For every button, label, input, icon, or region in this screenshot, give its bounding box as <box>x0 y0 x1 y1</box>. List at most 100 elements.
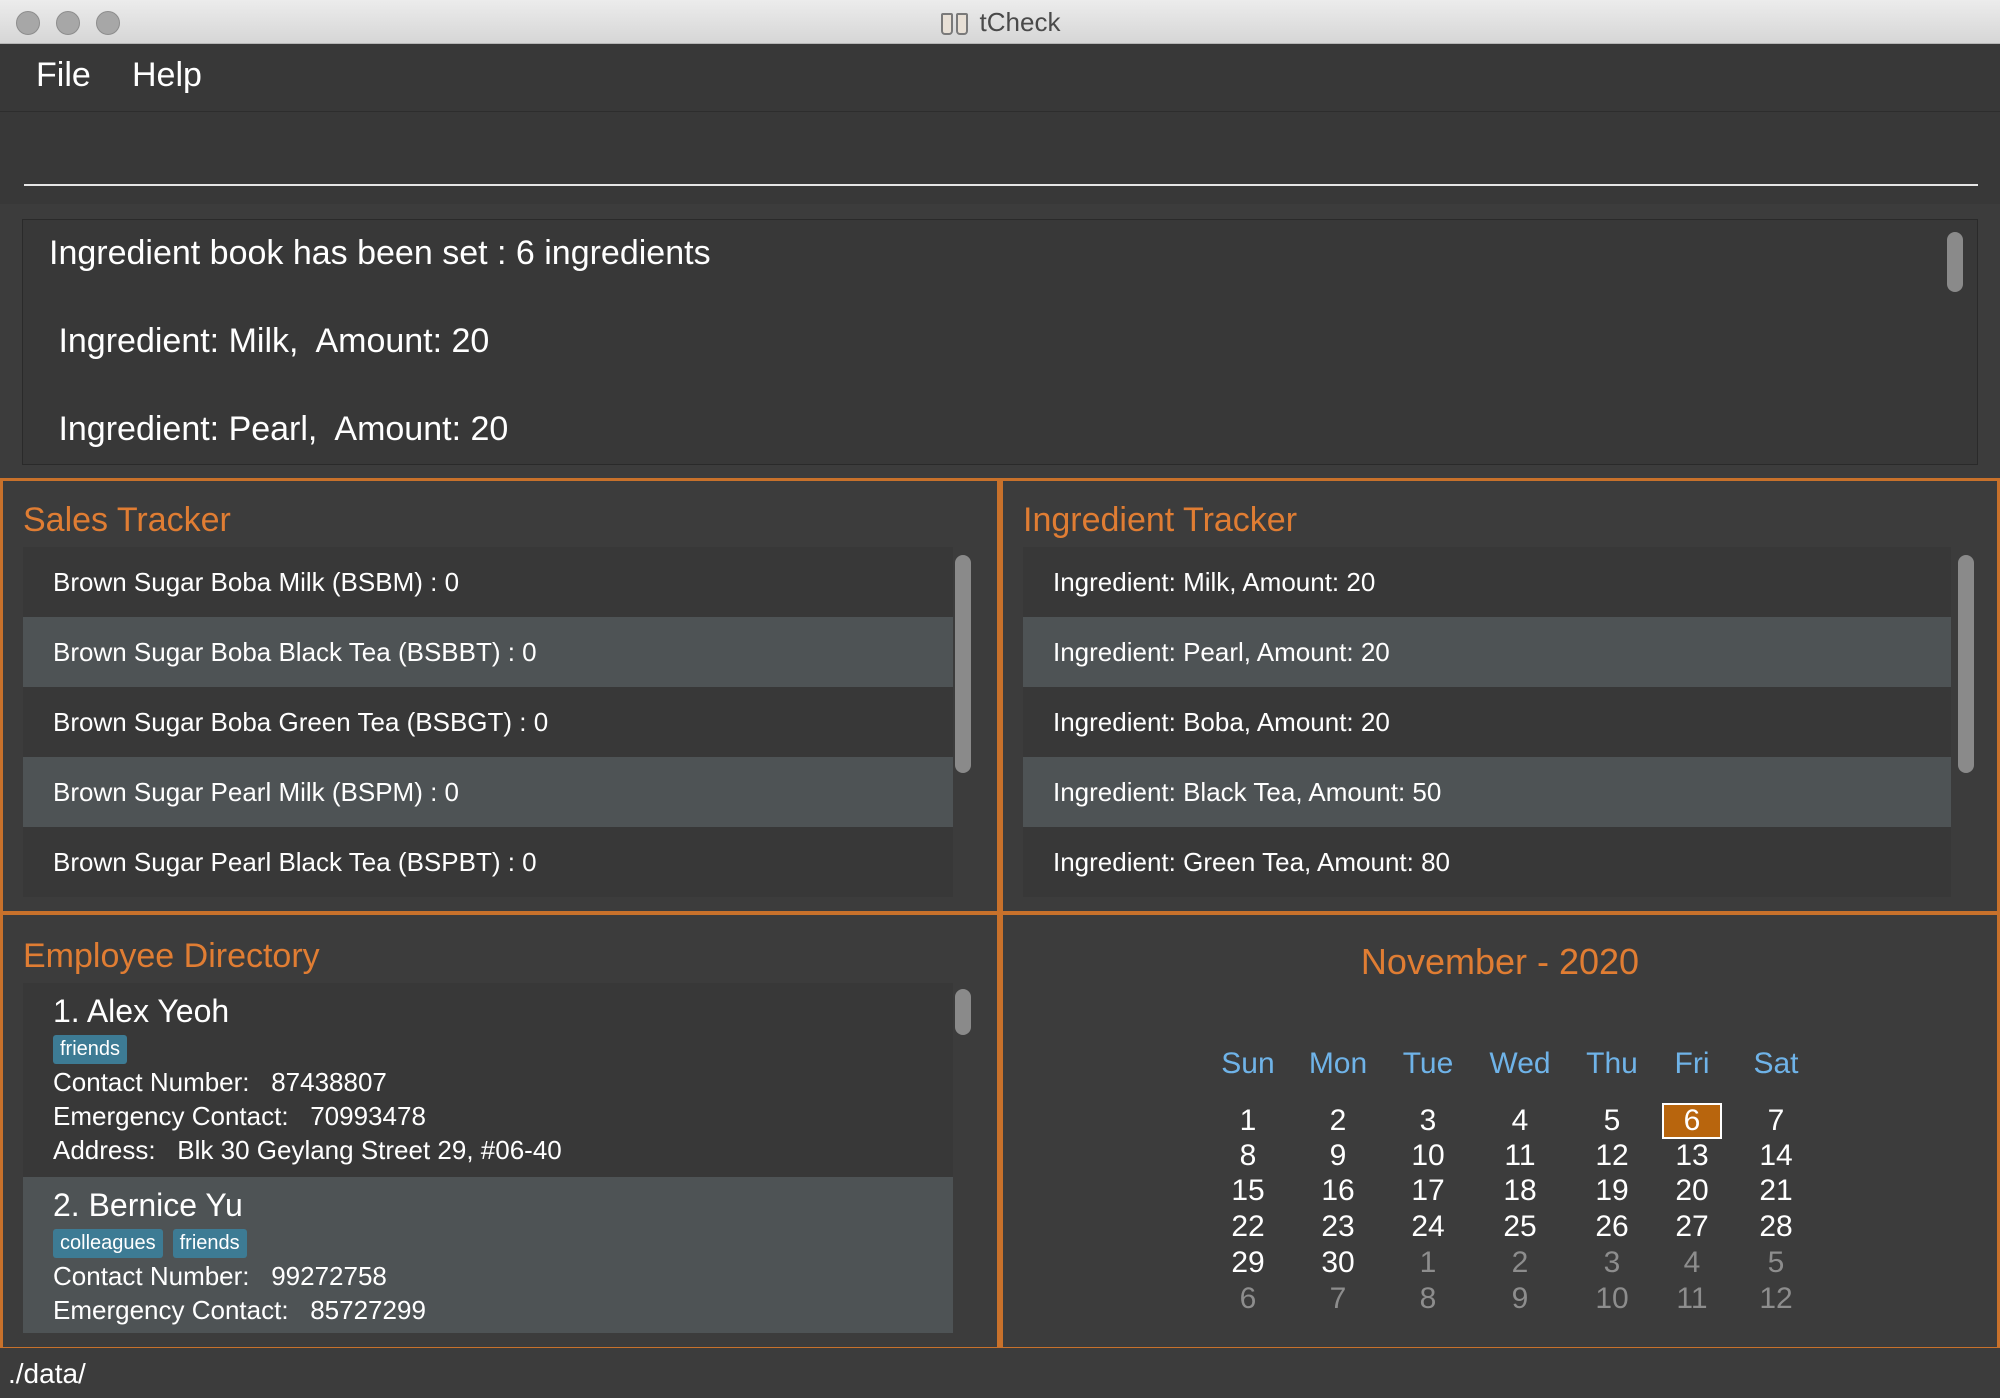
calendar-day: 5 <box>1767 1246 1785 1279</box>
employee-directory-title: Employee Directory <box>23 937 320 975</box>
calendar-day: 23 <box>1321 1210 1355 1243</box>
calendar-day: 8 <box>1419 1282 1437 1315</box>
calendar-day: 13 <box>1675 1139 1709 1172</box>
calendar-day: 17 <box>1411 1174 1445 1207</box>
calendar-panel: November - 2020 Sun Mon Tue Wed Thu Fri Sat 1 2 3… <box>1000 912 2000 1350</box>
list-item[interactable]: Ingredient: Boba, Amount: 20 <box>1023 687 1951 757</box>
calendar-day: 9 <box>1329 1139 1347 1172</box>
calendar-day: 1 <box>1239 1104 1257 1137</box>
calendar-day: 12 <box>1759 1282 1793 1315</box>
sales-tracker-panel: Sales Tracker Brown Sugar Boba Milk (BSB… <box>0 478 1000 914</box>
window-title: tCheck <box>979 6 1061 37</box>
sales-tracker-title: Sales Tracker <box>23 501 231 539</box>
employee-tag: friends <box>172 1229 247 1258</box>
calendar-day: 24 <box>1411 1210 1445 1243</box>
calendar-day: 9 <box>1511 1282 1529 1315</box>
calendar-today: 6 <box>1662 1103 1722 1139</box>
calendar-day: 30 <box>1321 1246 1355 1279</box>
weekday-header: Sat <box>1753 1047 1799 1080</box>
calendar-day: 21 <box>1759 1174 1793 1207</box>
calendar-day: 2 <box>1329 1104 1347 1137</box>
calendar-day: 16 <box>1321 1174 1355 1207</box>
sales-list: Brown Sugar Boba Milk (BSBM) : 0 Brown S… <box>23 547 953 902</box>
calendar-day: 5 <box>1603 1104 1621 1137</box>
calendar-day: 18 <box>1503 1174 1537 1207</box>
calendar-day: 25 <box>1503 1210 1537 1243</box>
calendar-day: 2 <box>1511 1246 1529 1279</box>
result-scrollbar[interactable] <box>1947 232 1963 292</box>
result-line: Ingredient book has been set : 6 ingredi… <box>49 234 711 272</box>
ingredient-scrollbar[interactable] <box>1958 555 1974 773</box>
list-item[interactable]: Ingredient: Green Tea, Amount: 80 <box>1023 827 1951 897</box>
calendar-day: 20 <box>1675 1174 1709 1207</box>
employee-card[interactable]: 2. Bernice Yu colleagues friends Contact … <box>23 1177 953 1333</box>
calendar-day: 4 <box>1683 1246 1701 1279</box>
calendar-day: 4 <box>1511 1104 1529 1137</box>
employee-emergency-contact: Emergency Contact: 85727299 <box>53 1295 426 1325</box>
employee-tag: friends <box>53 1035 128 1064</box>
result-display: Ingredient book has been set : 6 ingredi… <box>22 219 1978 465</box>
weekday-header: Wed <box>1489 1047 1551 1080</box>
employee-name: 2. Bernice Yu <box>53 1187 243 1223</box>
ingredient-tracker-title: Ingredient Tracker <box>1023 501 1298 539</box>
calendar-day: 14 <box>1759 1139 1793 1172</box>
calendar-day: 3 <box>1603 1246 1621 1279</box>
data-path-status: ./data/ <box>8 1358 86 1389</box>
employee-card[interactable]: 1. Alex Yeoh friends Contact Number: 874… <box>23 983 953 1177</box>
calendar-day: 15 <box>1231 1174 1265 1207</box>
list-item[interactable]: Brown Sugar Pearl Milk (BSPM) : 0 <box>23 757 953 827</box>
calendar-day: 6 <box>1239 1282 1257 1315</box>
weekday-header: Fri <box>1674 1047 1710 1080</box>
list-item[interactable]: Brown Sugar Pearl Black Tea (BSPBT) : 0 <box>23 827 953 897</box>
calendar-day: 26 <box>1595 1210 1629 1243</box>
result-line: Ingredient: Pearl, Amount: 20 <box>49 410 509 448</box>
list-item[interactable]: Ingredient: Milk, Amount: 20 <box>1023 547 1951 617</box>
employee-list: 1. Alex Yeoh friends Contact Number: 874… <box>23 983 953 1333</box>
calendar-day: 22 <box>1231 1210 1265 1243</box>
menu-bar: File Help <box>0 44 2000 112</box>
calendar-day: 7 <box>1767 1104 1785 1137</box>
calendar-day: 29 <box>1231 1246 1265 1279</box>
calendar-day: 28 <box>1759 1210 1793 1243</box>
employee-address: Address: Blk 30 Geylang Street 29, #06-4… <box>53 1135 562 1165</box>
calendar-day: 10 <box>1411 1139 1445 1172</box>
command-input[interactable] <box>24 130 1978 186</box>
weekday-header: Thu <box>1586 1047 1638 1080</box>
calendar-day: 3 <box>1419 1104 1437 1137</box>
employee-directory-panel: Employee Directory 1. Alex Yeoh friends … <box>0 912 1000 1350</box>
ingredient-list: Ingredient: Milk, Amount: 20 Ingredient:… <box>1023 547 1951 902</box>
calendar-day: 27 <box>1675 1210 1709 1243</box>
calendar-day: 19 <box>1595 1174 1629 1207</box>
employee-contact-number: Contact Number: 87438807 <box>53 1067 387 1097</box>
menu-help[interactable]: Help <box>132 56 202 95</box>
status-bar: ./data/ <box>0 1348 2000 1398</box>
weekday-header: Tue <box>1402 1047 1454 1080</box>
list-item[interactable]: Brown Sugar Boba Green Tea (BSBGT) : 0 <box>23 687 953 757</box>
command-box <box>0 112 2000 204</box>
weekday-header: Mon <box>1308 1047 1368 1080</box>
calendar-day: 7 <box>1329 1282 1347 1315</box>
app-icon <box>940 7 970 37</box>
employee-tag: colleagues <box>53 1229 163 1258</box>
calendar-day: 8 <box>1239 1139 1257 1172</box>
title-bar: tCheck <box>0 0 2000 44</box>
calendar-day: 11 <box>1676 1282 1708 1315</box>
list-item[interactable]: Ingredient: Pearl, Amount: 20 <box>1023 617 1951 687</box>
employee-contact-number: Contact Number: 99272758 <box>53 1261 387 1291</box>
calendar-month-title: November - 2020 <box>1360 941 1640 982</box>
ingredient-tracker-panel: Ingredient Tracker Ingredient: Milk, Amo… <box>1000 478 2000 914</box>
weekday-header: Sun <box>1221 1047 1275 1080</box>
calendar-day: 11 <box>1504 1139 1536 1172</box>
employee-scrollbar[interactable] <box>955 989 971 1035</box>
calendar-day: 12 <box>1595 1139 1629 1172</box>
sales-scrollbar[interactable] <box>955 555 971 773</box>
result-line: Ingredient: Milk, Amount: 20 <box>49 322 490 360</box>
menu-file[interactable]: File <box>36 56 91 95</box>
employee-name: 1. Alex Yeoh <box>53 993 230 1029</box>
list-item[interactable]: Ingredient: Black Tea, Amount: 50 <box>1023 757 1951 827</box>
employee-emergency-contact: Emergency Contact: 70993478 <box>53 1101 426 1131</box>
list-item[interactable]: Brown Sugar Boba Black Tea (BSBBT) : 0 <box>23 617 953 687</box>
list-item[interactable]: Brown Sugar Boba Milk (BSBM) : 0 <box>23 547 953 617</box>
calendar-day: 1 <box>1419 1246 1437 1279</box>
calendar-day: 10 <box>1595 1282 1629 1315</box>
